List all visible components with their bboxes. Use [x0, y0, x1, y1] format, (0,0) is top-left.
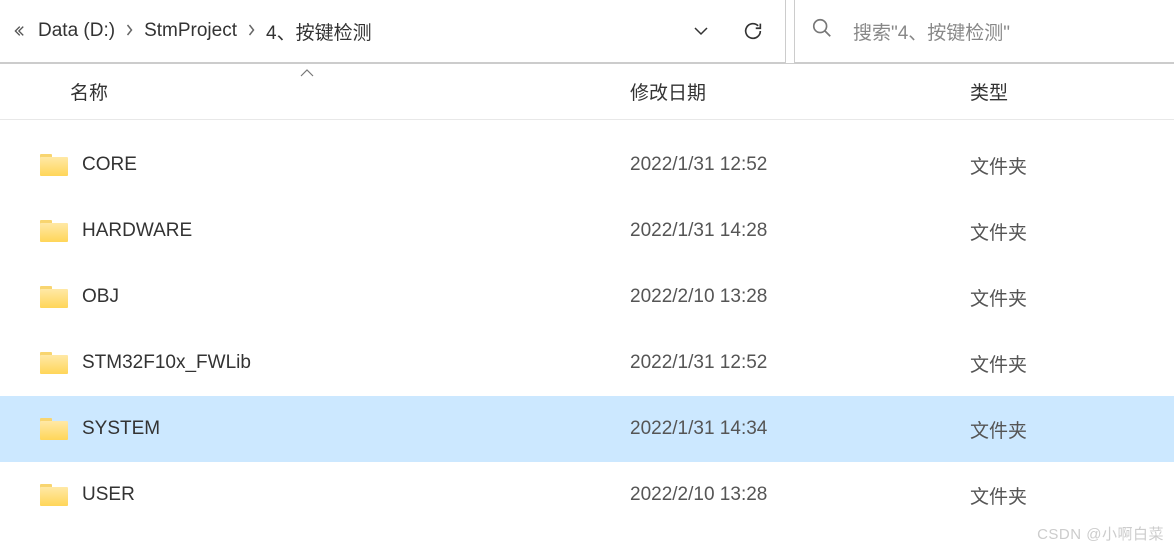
breadcrumb-item-drive[interactable]: Data (D:) — [36, 16, 117, 46]
top-bar: Data (D:) StmProject 4、按键检测 搜索"4、按键检测" — [0, 0, 1174, 64]
column-header-type[interactable]: 类型 — [970, 78, 1174, 105]
folder-icon — [40, 418, 68, 440]
column-headers: 名称 修改日期 类型 — [0, 64, 1174, 120]
search-placeholder: 搜索"4、按键检测" — [853, 18, 1010, 45]
breadcrumb-item-current[interactable]: 4、按键检测 — [264, 14, 374, 49]
file-modified: 2022/2/10 13:28 — [630, 286, 970, 308]
file-name: CORE — [82, 154, 630, 176]
file-modified: 2022/1/31 12:52 — [630, 352, 970, 374]
folder-icon — [40, 352, 68, 374]
file-name: STM32F10x_FWLib — [82, 352, 630, 374]
search-box[interactable]: 搜索"4、按键检测" — [794, 0, 1174, 63]
file-list: CORE2022/1/31 12:52文件夹HARDWARE2022/1/31 … — [0, 120, 1174, 528]
file-type: 文件夹 — [970, 350, 1164, 377]
file-name: OBJ — [82, 286, 630, 308]
file-modified: 2022/1/31 14:28 — [630, 220, 970, 242]
folder-icon — [40, 154, 68, 176]
file-row[interactable]: CORE2022/1/31 12:52文件夹 — [0, 132, 1174, 198]
file-modified: 2022/1/31 12:52 — [630, 154, 970, 176]
address-bar[interactable]: Data (D:) StmProject 4、按键检测 — [0, 0, 786, 63]
file-type: 文件夹 — [970, 416, 1164, 443]
file-row[interactable]: SYSTEM2022/1/31 14:34文件夹 — [0, 396, 1174, 462]
column-header-modified[interactable]: 修改日期 — [630, 78, 970, 105]
file-row[interactable]: STM32F10x_FWLib2022/1/31 12:52文件夹 — [0, 330, 1174, 396]
column-header-name[interactable]: 名称 — [70, 78, 630, 105]
file-modified: 2022/1/31 14:34 — [630, 418, 970, 440]
folder-icon — [40, 220, 68, 242]
sort-ascending-icon — [300, 64, 314, 80]
file-name: USER — [82, 484, 630, 506]
refresh-button[interactable] — [729, 0, 777, 62]
file-type: 文件夹 — [970, 482, 1164, 509]
chevron-right-icon — [123, 23, 136, 39]
folder-icon — [40, 484, 68, 506]
file-row[interactable]: HARDWARE2022/1/31 14:28文件夹 — [0, 198, 1174, 264]
folder-icon — [40, 286, 68, 308]
breadcrumb-item-project[interactable]: StmProject — [142, 16, 239, 46]
file-row[interactable]: USER2022/2/10 13:28文件夹 — [0, 462, 1174, 528]
file-modified: 2022/2/10 13:28 — [630, 484, 970, 506]
search-icon — [811, 17, 833, 45]
file-name: HARDWARE — [82, 220, 630, 242]
file-type: 文件夹 — [970, 284, 1164, 311]
file-row[interactable]: OBJ2022/2/10 13:28文件夹 — [0, 264, 1174, 330]
chevron-right-icon — [245, 23, 258, 39]
history-back-icon[interactable] — [8, 21, 28, 41]
recent-locations-button[interactable] — [677, 0, 725, 62]
file-name: SYSTEM — [82, 418, 630, 440]
watermark: CSDN @小啊白菜 — [1037, 523, 1164, 544]
file-type: 文件夹 — [970, 218, 1164, 245]
breadcrumb: Data (D:) StmProject 4、按键检测 — [32, 14, 673, 49]
file-type: 文件夹 — [970, 152, 1164, 179]
